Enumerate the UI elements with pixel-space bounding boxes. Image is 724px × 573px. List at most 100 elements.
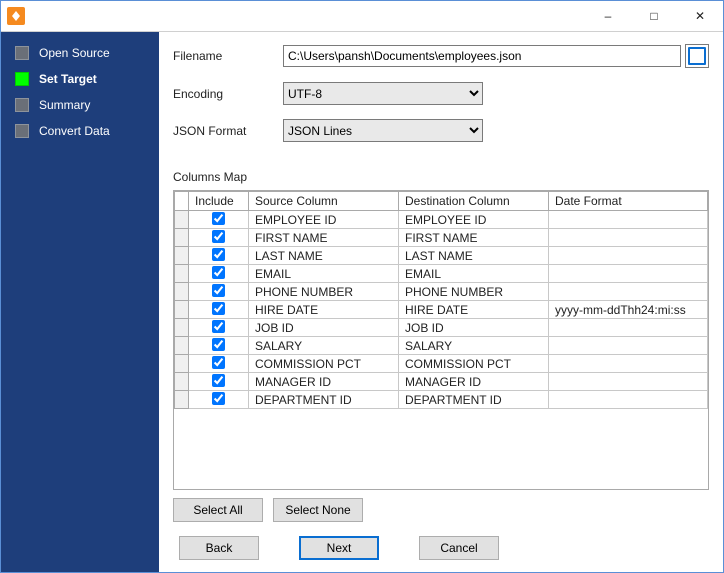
table-row[interactable]: SALARYSALARY [175, 337, 708, 355]
step-open-source[interactable]: Open Source [1, 40, 159, 66]
destination-cell[interactable]: MANAGER ID [399, 373, 549, 391]
include-cell [189, 265, 249, 283]
main-panel: Filename Encoding UTF-8 JSON Format JSON… [159, 32, 723, 572]
step-marker-icon [15, 98, 29, 112]
close-button[interactable]: ✕ [677, 1, 723, 31]
back-button[interactable]: Back [179, 536, 259, 560]
step-set-target[interactable]: Set Target [1, 66, 159, 92]
include-cell [189, 247, 249, 265]
next-button[interactable]: Next [299, 536, 379, 560]
filename-input[interactable] [283, 45, 681, 67]
browse-button[interactable] [685, 44, 709, 68]
include-checkbox[interactable] [212, 230, 225, 243]
source-cell[interactable]: LAST NAME [249, 247, 399, 265]
source-cell[interactable]: EMAIL [249, 265, 399, 283]
table-row[interactable]: EMAILEMAIL [175, 265, 708, 283]
include-checkbox[interactable] [212, 284, 225, 297]
include-cell [189, 211, 249, 229]
row-header[interactable] [175, 247, 189, 265]
row-header[interactable] [175, 229, 189, 247]
dateformat-cell[interactable] [549, 355, 708, 373]
include-checkbox[interactable] [212, 320, 225, 333]
destination-cell[interactable]: HIRE DATE [399, 301, 549, 319]
include-checkbox[interactable] [212, 392, 225, 405]
table-row[interactable]: FIRST NAMEFIRST NAME [175, 229, 708, 247]
dateformat-cell[interactable] [549, 265, 708, 283]
row-header[interactable] [175, 355, 189, 373]
destination-cell[interactable]: LAST NAME [399, 247, 549, 265]
minimize-button[interactable]: – [585, 1, 631, 31]
dateformat-cell[interactable] [549, 373, 708, 391]
row-header[interactable] [175, 319, 189, 337]
include-checkbox[interactable] [212, 338, 225, 351]
table-row[interactable]: HIRE DATEHIRE DATEyyyy-mm-ddThh24:mi:ss [175, 301, 708, 319]
row-header[interactable] [175, 373, 189, 391]
destination-cell[interactable]: PHONE NUMBER [399, 283, 549, 301]
include-checkbox[interactable] [212, 212, 225, 225]
encoding-select[interactable]: UTF-8 [283, 82, 483, 105]
row-header[interactable] [175, 301, 189, 319]
include-cell [189, 301, 249, 319]
row-header[interactable] [175, 265, 189, 283]
step-label: Summary [39, 98, 90, 112]
table-row[interactable]: MANAGER IDMANAGER ID [175, 373, 708, 391]
maximize-button[interactable]: □ [631, 1, 677, 31]
select-all-button[interactable]: Select All [173, 498, 263, 522]
row-header[interactable] [175, 337, 189, 355]
dateformat-cell[interactable] [549, 229, 708, 247]
app-icon [7, 7, 25, 25]
destination-cell[interactable]: EMAIL [399, 265, 549, 283]
step-summary[interactable]: Summary [1, 92, 159, 118]
table-row[interactable]: EMPLOYEE IDEMPLOYEE ID [175, 211, 708, 229]
source-cell[interactable]: HIRE DATE [249, 301, 399, 319]
table-row[interactable]: DEPARTMENT IDDEPARTMENT ID [175, 391, 708, 409]
col-include-header[interactable]: Include [189, 192, 249, 211]
include-checkbox[interactable] [212, 356, 225, 369]
filename-label: Filename [173, 49, 283, 63]
include-cell [189, 373, 249, 391]
source-cell[interactable]: DEPARTMENT ID [249, 391, 399, 409]
include-checkbox[interactable] [212, 248, 225, 261]
dateformat-cell[interactable] [549, 391, 708, 409]
source-cell[interactable]: EMPLOYEE ID [249, 211, 399, 229]
row-header[interactable] [175, 283, 189, 301]
destination-cell[interactable]: DEPARTMENT ID [399, 391, 549, 409]
row-header[interactable] [175, 391, 189, 409]
source-cell[interactable]: COMMISSION PCT [249, 355, 399, 373]
include-checkbox[interactable] [212, 374, 225, 387]
json-format-select[interactable]: JSON Lines [283, 119, 483, 142]
dateformat-cell[interactable] [549, 283, 708, 301]
table-row[interactable]: PHONE NUMBERPHONE NUMBER [175, 283, 708, 301]
table-row[interactable]: COMMISSION PCTCOMMISSION PCT [175, 355, 708, 373]
source-cell[interactable]: SALARY [249, 337, 399, 355]
destination-cell[interactable]: JOB ID [399, 319, 549, 337]
step-convert-data[interactable]: Convert Data [1, 118, 159, 144]
source-cell[interactable]: FIRST NAME [249, 229, 399, 247]
row-header[interactable] [175, 211, 189, 229]
include-checkbox[interactable] [212, 266, 225, 279]
cancel-button[interactable]: Cancel [419, 536, 499, 560]
dateformat-cell[interactable] [549, 247, 708, 265]
source-cell[interactable]: MANAGER ID [249, 373, 399, 391]
destination-cell[interactable]: EMPLOYEE ID [399, 211, 549, 229]
table-row[interactable]: LAST NAMELAST NAME [175, 247, 708, 265]
destination-cell[interactable]: FIRST NAME [399, 229, 549, 247]
col-destination-header[interactable]: Destination Column [399, 192, 549, 211]
source-cell[interactable]: PHONE NUMBER [249, 283, 399, 301]
columns-table-wrap: Include Source Column Destination Column… [173, 190, 709, 490]
include-checkbox[interactable] [212, 302, 225, 315]
include-cell [189, 355, 249, 373]
table-row[interactable]: JOB IDJOB ID [175, 319, 708, 337]
dateformat-cell[interactable]: yyyy-mm-ddThh24:mi:ss [549, 301, 708, 319]
col-source-header[interactable]: Source Column [249, 192, 399, 211]
source-cell[interactable]: JOB ID [249, 319, 399, 337]
dateformat-cell[interactable] [549, 337, 708, 355]
destination-cell[interactable]: SALARY [399, 337, 549, 355]
step-marker-icon [15, 124, 29, 138]
col-dateformat-header[interactable]: Date Format [549, 192, 708, 211]
select-none-button[interactable]: Select None [273, 498, 363, 522]
include-cell [189, 229, 249, 247]
destination-cell[interactable]: COMMISSION PCT [399, 355, 549, 373]
dateformat-cell[interactable] [549, 319, 708, 337]
dateformat-cell[interactable] [549, 211, 708, 229]
